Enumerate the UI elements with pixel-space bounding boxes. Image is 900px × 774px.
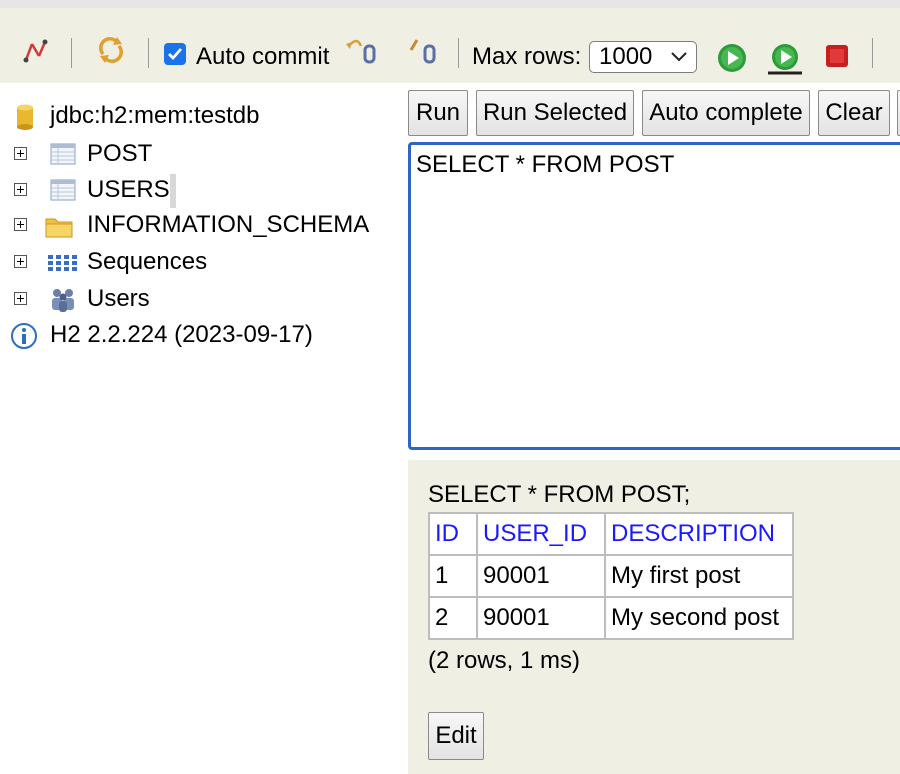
toolbar-separator bbox=[458, 38, 459, 68]
table-row: 1 90001 My first post bbox=[428, 554, 794, 598]
table-cell: 2 bbox=[428, 596, 478, 640]
tree-item-sequences[interactable]: Sequences bbox=[0, 246, 400, 278]
result-table: ID USER_ID DESCRIPTION 1 90001 My first … bbox=[428, 512, 794, 640]
column-header-description[interactable]: DESCRIPTION bbox=[604, 512, 794, 556]
table-cell: 90001 bbox=[476, 554, 606, 598]
folder-icon bbox=[45, 218, 73, 238]
tree-item-label: Users bbox=[87, 285, 150, 312]
stop-icon[interactable] bbox=[824, 43, 850, 69]
expand-icon[interactable] bbox=[14, 292, 27, 305]
column-header-user-id[interactable]: USER_ID bbox=[476, 512, 606, 556]
table-icon bbox=[50, 179, 76, 201]
run-button[interactable]: Run bbox=[408, 90, 468, 136]
run-icon[interactable] bbox=[716, 42, 748, 74]
text-cursor-highlight bbox=[170, 174, 176, 208]
clear-button[interactable]: Clear bbox=[818, 90, 890, 136]
max-rows-value: 1000 bbox=[599, 43, 653, 70]
tree-item-label: Sequences bbox=[87, 248, 208, 275]
sql-editor[interactable]: SELECT * FROM POST bbox=[408, 142, 900, 450]
connection-label: jdbc:h2:mem:testdb bbox=[50, 102, 260, 129]
result-sql: SELECT * FROM POST; bbox=[428, 481, 691, 508]
result-status: (2 rows, 1 ms) bbox=[428, 647, 581, 674]
table-cell: My second post bbox=[604, 596, 794, 640]
disconnect-icon[interactable] bbox=[20, 36, 50, 66]
edit-button[interactable]: Edit bbox=[428, 712, 484, 760]
chevron-down-icon bbox=[671, 52, 687, 62]
table-cell: 90001 bbox=[476, 596, 606, 640]
query-buttons: Run Run Selected Auto complete Clear bbox=[408, 90, 900, 138]
result-panel: SELECT * FROM POST; ID USER_ID DESCRIPTI… bbox=[408, 460, 900, 774]
toolbar-separator bbox=[148, 38, 149, 68]
sequences-icon bbox=[48, 255, 77, 271]
auto-complete-button[interactable]: Auto complete bbox=[642, 90, 810, 136]
expand-icon[interactable] bbox=[14, 255, 27, 268]
table-cell: 1 bbox=[428, 554, 478, 598]
tree-item-label: INFORMATION_SCHEMA bbox=[87, 211, 370, 238]
expand-icon[interactable] bbox=[14, 147, 27, 160]
expand-icon[interactable] bbox=[14, 183, 27, 196]
max-rows-select[interactable]: 1000 bbox=[589, 41, 697, 73]
commit-icon[interactable] bbox=[405, 36, 441, 66]
toolbar-separator bbox=[71, 38, 72, 68]
tree-item-label: POST bbox=[87, 140, 153, 167]
tree-connection[interactable]: jdbc:h2:mem:testdb bbox=[0, 100, 400, 132]
table-row: 2 90001 My second post bbox=[428, 596, 794, 640]
tree-item-label: USERS bbox=[87, 176, 170, 203]
toolbar: Auto commit Max rows: 1000 bbox=[0, 0, 900, 83]
table-cell: My first post bbox=[604, 554, 794, 598]
auto-commit-label[interactable]: Auto commit bbox=[196, 43, 329, 71]
tree-item-post[interactable]: POST bbox=[0, 138, 400, 170]
version-label: H2 2.2.224 (2023-09-17) bbox=[50, 321, 313, 348]
auto-commit-checkbox[interactable] bbox=[164, 43, 186, 65]
column-header-id[interactable]: ID bbox=[428, 512, 478, 556]
sql-editor-text[interactable]: SELECT * FROM POST bbox=[416, 150, 674, 180]
tree-item-users-table[interactable]: USERS bbox=[0, 174, 400, 208]
expand-icon[interactable] bbox=[14, 218, 27, 231]
rollback-icon[interactable] bbox=[345, 36, 381, 66]
table-header-row: ID USER_ID DESCRIPTION bbox=[428, 512, 794, 556]
database-icon bbox=[17, 104, 33, 130]
run-selected-icon[interactable] bbox=[766, 42, 804, 76]
users-icon bbox=[52, 289, 74, 312]
tree-item-information-schema[interactable]: INFORMATION_SCHEMA bbox=[0, 209, 400, 241]
tree-version: H2 2.2.224 (2023-09-17) bbox=[0, 319, 400, 351]
toolbar-separator bbox=[872, 38, 873, 68]
table-icon bbox=[50, 143, 76, 165]
refresh-icon[interactable] bbox=[95, 34, 127, 66]
max-rows-label: Max rows: bbox=[472, 43, 582, 70]
run-selected-button[interactable]: Run Selected bbox=[476, 90, 634, 136]
tree-item-users[interactable]: Users bbox=[0, 283, 400, 315]
info-icon bbox=[11, 323, 37, 349]
